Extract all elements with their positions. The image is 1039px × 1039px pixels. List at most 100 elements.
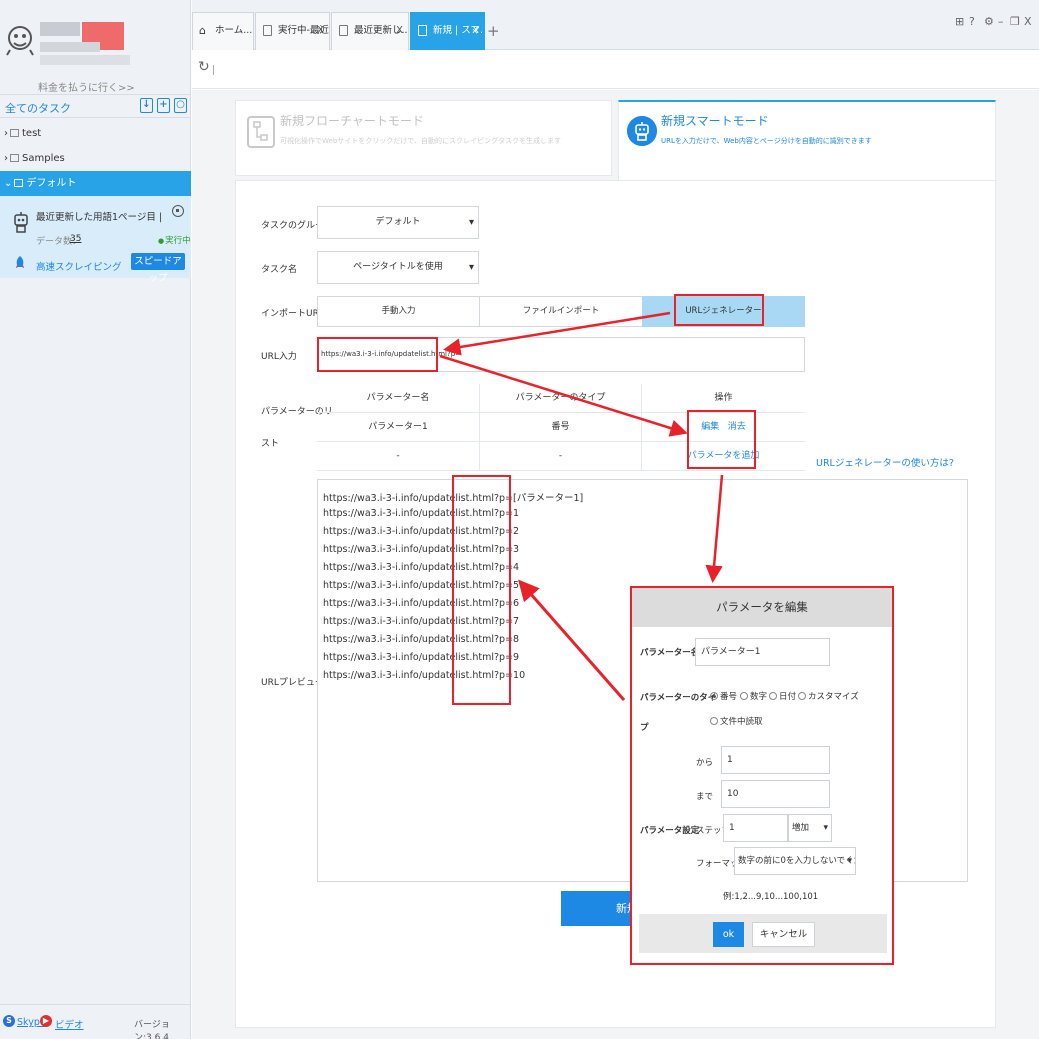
- preview-line: https://wa3.i-3-i.info/updatelist.html?p…: [323, 580, 520, 591]
- format-select[interactable]: 数字の前に0を入力しないでください: [734, 847, 856, 875]
- table-row: - - パラメータを追加: [317, 442, 805, 471]
- fast-scrape-link[interactable]: 高速スクレイピング: [36, 259, 122, 273]
- preview-line: https://wa3.i-3-i.info/updatelist.html?p…: [323, 652, 520, 663]
- video-link[interactable]: ビデオ: [55, 1017, 84, 1031]
- group-select[interactable]: デフォルト: [317, 206, 479, 239]
- robot-icon: [627, 116, 657, 146]
- radio-date[interactable]: 日付: [769, 690, 796, 702]
- preview-line: https://wa3.i-3-i.info/updatelist.html?p…: [323, 670, 526, 681]
- account-info-blur: [40, 42, 100, 52]
- robot-task-icon: [14, 212, 28, 233]
- speedup-button[interactable]: スピードアップ: [131, 253, 185, 284]
- minimize-icon[interactable]: –: [998, 15, 1004, 28]
- task-name-label: タスク名: [261, 265, 298, 275]
- ok-button[interactable]: ok: [713, 922, 744, 947]
- param-list-label-cont: スト: [261, 439, 280, 449]
- all-tasks-label[interactable]: 全てのタスク: [5, 100, 71, 116]
- preview-line: https://wa3.i-3-i.info/updatelist.html?p…: [323, 598, 520, 609]
- tab-new-smart[interactable]: 新規 | スマ... X: [410, 12, 485, 50]
- add-param-cell: パラメータを追加: [642, 442, 805, 470]
- task-title[interactable]: 最近更新した用語1ページ目 | 「分かりそう...: [36, 209, 170, 223]
- flowchart-icon: [247, 116, 275, 148]
- sidebar: 料金を払うに行く>> 全てのタスク ↓ + ○ › test › Samples ⌄…: [0, 0, 191, 1039]
- pay-link[interactable]: 料金を払うに行く>>: [38, 79, 135, 94]
- param-name-label: パラメーター名: [640, 648, 700, 658]
- close-icon[interactable]: X: [472, 13, 479, 49]
- robot-avatar-icon: [6, 26, 34, 56]
- url-input-label: URL入力: [261, 352, 297, 362]
- gear-icon[interactable]: ⚙: [984, 15, 994, 28]
- generator-help-link[interactable]: URLジェネレーターの使い方は?: [816, 455, 954, 469]
- folder-samples[interactable]: › Samples: [0, 146, 191, 171]
- header-param-name: パラメーター名: [317, 384, 480, 412]
- from-input[interactable]: 1: [721, 746, 830, 774]
- gift-icon[interactable]: ⊞: [955, 15, 964, 28]
- help-icon[interactable]: ?: [969, 15, 975, 28]
- radio-custom[interactable]: カスタマイズ: [798, 690, 859, 702]
- data-count[interactable]: 35: [70, 234, 81, 244]
- mode-flowchart-desc: 可視化操作でWebサイトをクリックだけで、自動的にスクレイピングタスクを生成しま…: [280, 137, 561, 145]
- tab-running[interactable]: 実行中-最近... X: [255, 12, 330, 50]
- table-row: パラメーター1 番号 編集 消去: [317, 413, 805, 442]
- tab-label: ホーム...: [215, 25, 253, 36]
- step-input[interactable]: 1: [723, 814, 788, 842]
- mode-smart-title: 新規スマートモード: [661, 114, 769, 128]
- tab-url-generator[interactable]: URLジェネレーター: [642, 296, 805, 327]
- tab-file-import[interactable]: ファイルインポート: [479, 296, 643, 327]
- tab-manual-input[interactable]: 手動入力: [317, 296, 480, 327]
- add-tab-icon[interactable]: +: [487, 22, 500, 40]
- header-operation: 操作: [714, 393, 733, 403]
- refresh-icon[interactable]: ↻: [198, 59, 210, 75]
- edit-link[interactable]: 編集: [701, 422, 719, 432]
- radio-read-from-file[interactable]: 文件中読取: [710, 715, 763, 727]
- video-icon[interactable]: ▶: [40, 1015, 52, 1027]
- chevron-right-icon: ›: [4, 128, 8, 139]
- to-input[interactable]: 10: [721, 780, 830, 808]
- mode-flowchart-card[interactable]: 新規フローチャートモード 可視化操作でWebサイトをクリックだけで、自動的にスク…: [235, 100, 612, 176]
- folder-icon: [10, 129, 19, 137]
- radio-digit[interactable]: 数字: [740, 690, 767, 702]
- address-bar: ↻: [192, 51, 1039, 89]
- param-operation-cell: 編集 消去: [642, 413, 805, 441]
- close-icon[interactable]: X: [317, 13, 324, 49]
- import-url-label: インポートURL: [261, 309, 324, 319]
- import-task-icon[interactable]: ↓: [140, 98, 153, 113]
- tab-home[interactable]: ⌂ ホーム...: [192, 12, 254, 50]
- restore-icon[interactable]: ❐: [1010, 15, 1020, 28]
- task-card[interactable]: 最近更新した用語1ページ目 | 「分かりそう... データ数： 35 実行中 高…: [0, 196, 191, 284]
- radio-number[interactable]: 番号: [710, 690, 737, 702]
- account-info-blur-2: [40, 55, 130, 65]
- document-icon: [263, 25, 272, 36]
- format-example: 例:1,2...9,10...100,101: [723, 892, 819, 902]
- search-task-icon[interactable]: ○: [174, 98, 187, 113]
- param-type-cell: 番号: [480, 413, 642, 441]
- mode-smart-card[interactable]: 新規スマートモード URLを入力だけで、Web内容とページ分けを自動的に識別でき…: [618, 100, 996, 180]
- stop-icon[interactable]: [172, 205, 184, 217]
- close-window-icon[interactable]: X: [1024, 15, 1032, 28]
- document-icon: [339, 25, 348, 36]
- home-icon: ⌂: [199, 24, 206, 37]
- folder-test[interactable]: › test: [0, 121, 191, 146]
- remove-link[interactable]: 消去: [728, 422, 746, 432]
- skype-icon[interactable]: S: [3, 1015, 15, 1027]
- param-name-input[interactable]: パラメーター1: [695, 638, 830, 666]
- add-param-link[interactable]: パラメータを追加: [688, 451, 760, 461]
- sidebar-footer: S Skype ▶ ビデオ バージョン:3.6.4: [0, 1004, 191, 1039]
- url-input[interactable]: https://wa3.i-3-i.info/updatelist.html?p…: [317, 337, 805, 372]
- task-name-select[interactable]: ページタイトルを使用: [317, 251, 479, 284]
- folder-default[interactable]: ⌄ デフォルト: [0, 171, 191, 196]
- param-name-cell: パラメーター1: [317, 413, 480, 441]
- folder-label: Samples: [22, 153, 65, 164]
- mode-flowchart-title: 新規フローチャートモード: [280, 114, 424, 128]
- preview-line: https://wa3.i-3-i.info/updatelist.html?p…: [323, 526, 520, 537]
- folder-label: デフォルト: [26, 178, 77, 189]
- new-task-icon[interactable]: +: [157, 98, 170, 113]
- empty-cell: -: [317, 442, 480, 470]
- rocket-icon: [16, 256, 24, 268]
- folder-label: test: [22, 128, 42, 139]
- step-mode-select[interactable]: 増加: [788, 814, 832, 842]
- all-tasks-bar: 全てのタスク ↓ + ○: [0, 94, 191, 118]
- tab-recent-updates[interactable]: 最近更新し... X: [331, 12, 409, 50]
- close-icon[interactable]: X: [396, 13, 403, 49]
- cancel-button[interactable]: キャンセル: [752, 922, 815, 947]
